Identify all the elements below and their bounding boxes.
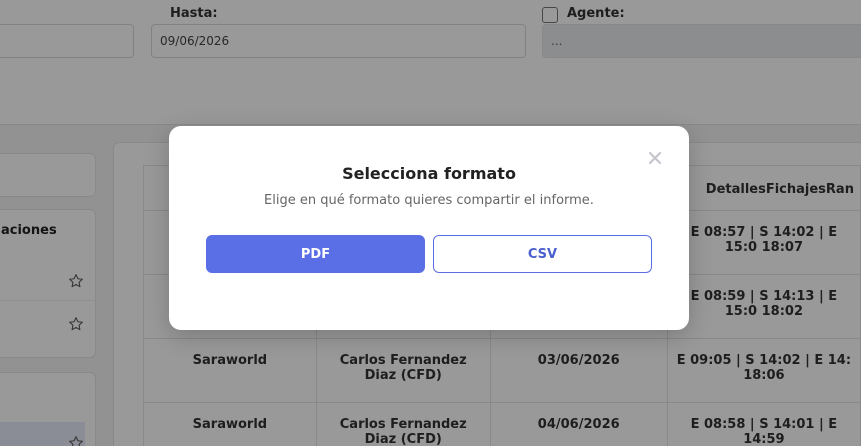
csv-button[interactable]: CSV: [433, 235, 652, 273]
format-modal: Selecciona formato Elige en qué formato …: [169, 126, 689, 330]
modal-title: Selecciona formato: [342, 164, 516, 183]
modal-subtitle: Elige en qué formato quieres compartir e…: [264, 193, 594, 208]
pdf-button[interactable]: PDF: [206, 235, 425, 273]
